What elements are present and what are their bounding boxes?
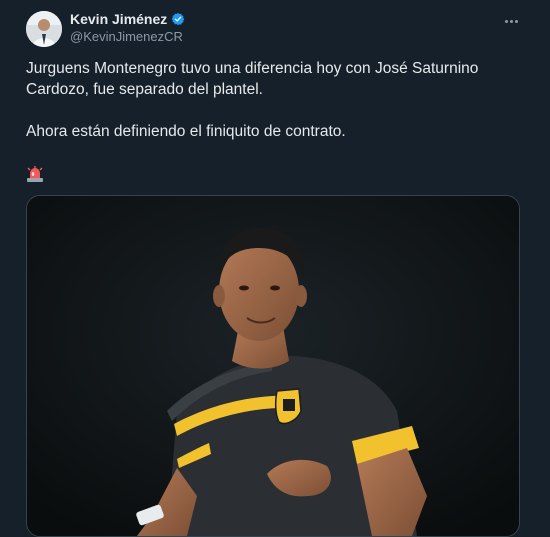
police-light-emoji-icon — [26, 165, 44, 183]
author-handle[interactable]: @KevinJimenezCR — [70, 29, 183, 44]
tweet-paragraph-2: Ahora están definiendo el finiquito de c… — [26, 123, 346, 140]
tweet-text: Jurguens Montenegro tuvo una diferencia … — [26, 58, 506, 142]
tweet-photo[interactable] — [26, 195, 520, 537]
more-options-icon[interactable] — [502, 12, 520, 30]
author-name[interactable]: Kevin Jiménez — [70, 11, 167, 27]
tweet-card: Kevin Jiménez @KevinJimenezCR Jurguens M… — [0, 0, 550, 537]
author-name-row[interactable]: Kevin Jiménez — [70, 11, 185, 27]
tweet-paragraph-1: Jurguens Montenegro tuvo una diferencia … — [26, 60, 479, 98]
verified-badge-icon — [171, 12, 185, 26]
author-avatar[interactable] — [26, 11, 62, 47]
